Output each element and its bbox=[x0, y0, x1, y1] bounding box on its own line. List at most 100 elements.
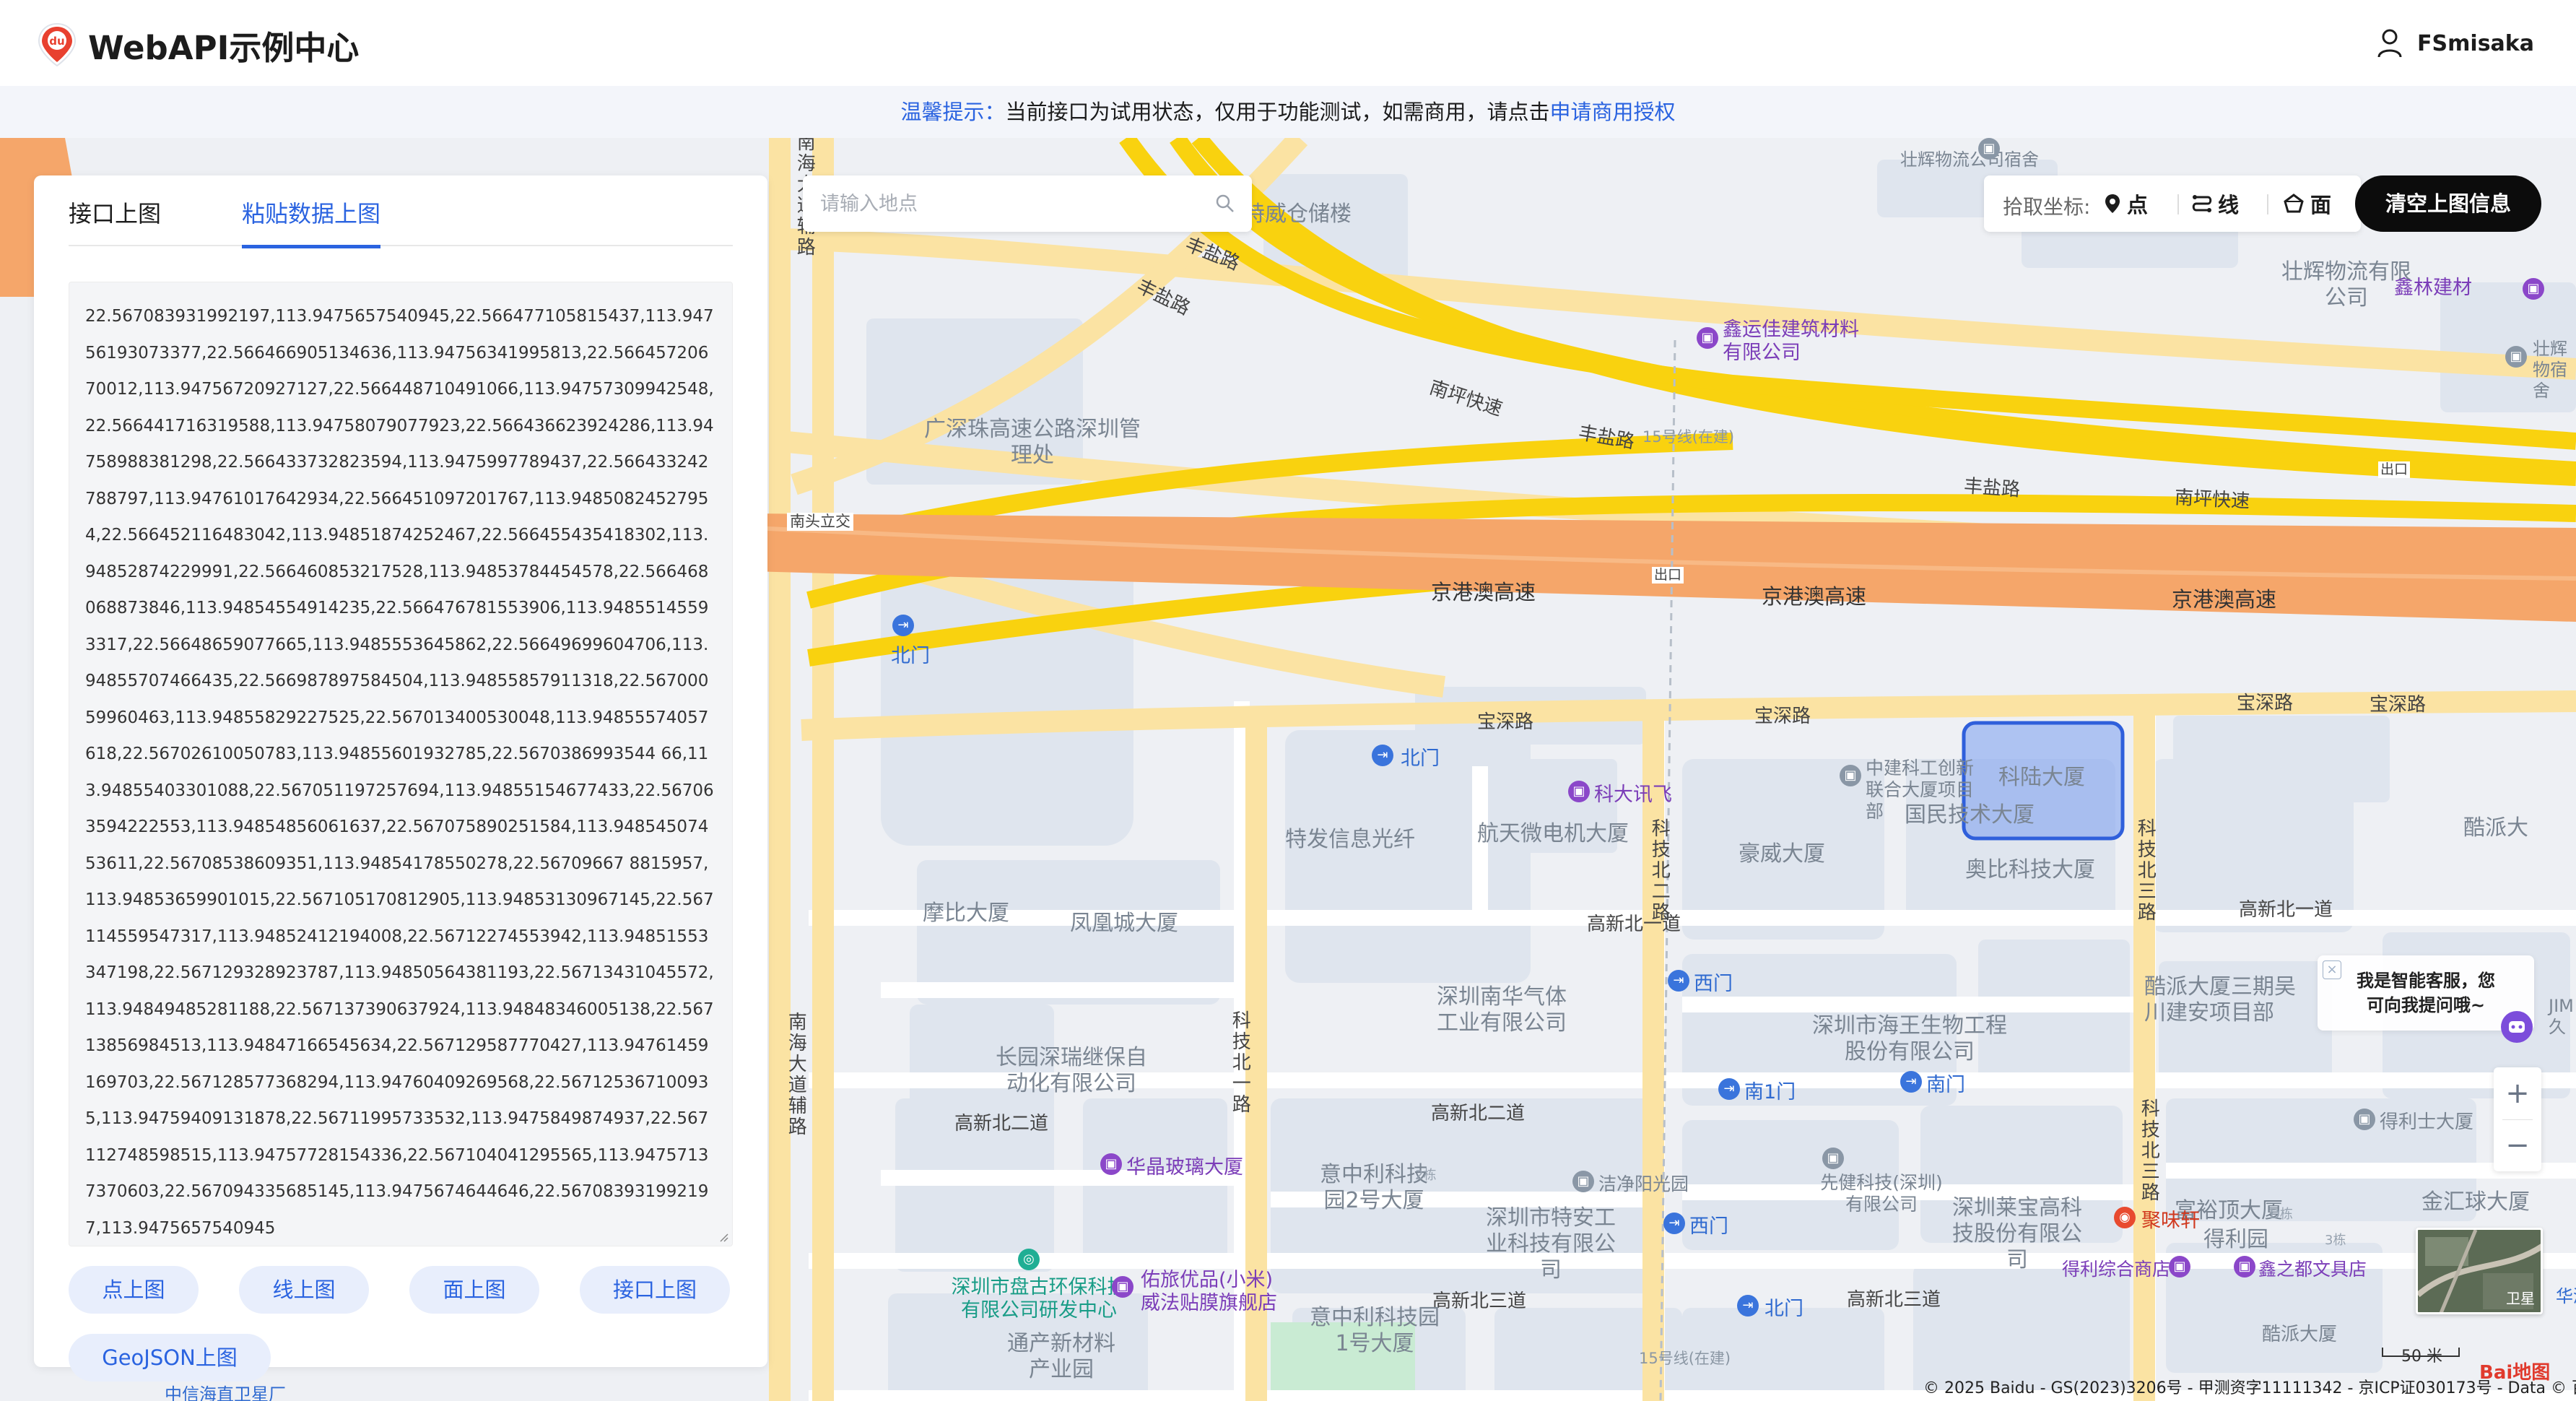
poi-label[interactable]: 聚味轩 bbox=[2141, 1210, 2200, 1233]
map-label: 壮辉物流公司宿舍 bbox=[1900, 149, 2039, 170]
gate-label[interactable]: 北门 bbox=[1765, 1298, 1803, 1321]
zoom-out-button[interactable]: − bbox=[2494, 1119, 2541, 1171]
tab-paste-upload[interactable]: 粘贴数据上图 bbox=[242, 196, 381, 248]
gate-label[interactable]: 南门 bbox=[1926, 1074, 1965, 1097]
map-label: 壮辉物宿舍 bbox=[2533, 339, 2567, 401]
clear-map-button[interactable]: 清空上图信息 bbox=[2355, 175, 2541, 232]
poi-marker-icon[interactable]: ▣ bbox=[2505, 346, 2527, 368]
poi-marker-icon[interactable]: ▣ bbox=[1572, 1171, 1594, 1192]
poi-label[interactable]: 佑旅优品(小米)威法贴膜旗舰店 bbox=[1141, 1269, 1285, 1316]
logo-icon[interactable]: du bbox=[33, 21, 81, 69]
poi-label[interactable]: 深圳市盘古环保科技有限公司研发中心 bbox=[949, 1276, 1129, 1323]
gate-label[interactable]: 南1门 bbox=[1744, 1081, 1796, 1104]
poi-marker-icon[interactable]: ▣ bbox=[1978, 138, 2000, 160]
map-label: 2栋 bbox=[1415, 1168, 1437, 1183]
gate-icon[interactable]: ⇥ bbox=[892, 615, 914, 636]
poi-label[interactable]: 科大讯飞 bbox=[1594, 784, 1672, 807]
map-label: 京港澳高速 bbox=[1431, 580, 1536, 604]
poi-marker-icon[interactable]: ▣ bbox=[1697, 327, 1718, 349]
map-label: 南头立交 bbox=[787, 513, 853, 532]
pick-polygon-button[interactable]: 面 bbox=[2283, 187, 2331, 220]
gate-icon[interactable]: ⇥ bbox=[1663, 1213, 1685, 1234]
gate-label[interactable]: 北门 bbox=[891, 645, 930, 668]
gate-label[interactable]: 北门 bbox=[1401, 747, 1440, 771]
gate-icon[interactable]: ⇥ bbox=[1737, 1295, 1759, 1317]
poi-label[interactable]: 得利士大厦 bbox=[2380, 1111, 2473, 1134]
geojson-upload-button[interactable]: GeoJSON上图 bbox=[69, 1334, 271, 1382]
poi-marker-icon[interactable]: ▣ bbox=[2169, 1256, 2190, 1278]
apply-license-link[interactable]: 申请商用授权 bbox=[1550, 100, 1676, 124]
user-menu[interactable]: FSmisaka bbox=[2377, 26, 2534, 61]
tab-api-upload[interactable]: 接口上图 bbox=[69, 196, 161, 245]
close-icon[interactable]: × bbox=[2323, 960, 2341, 979]
map-label: 出口 bbox=[1652, 567, 1684, 584]
map-label: 豪威大厦 bbox=[1739, 841, 1825, 867]
map-label: 高新北二道 bbox=[1431, 1103, 1526, 1124]
map-label: 科技北三路 bbox=[2134, 818, 2157, 923]
map-label: 15号线(在建) bbox=[1642, 428, 1735, 446]
gate-icon[interactable]: ⇥ bbox=[1718, 1078, 1740, 1100]
poi-marker-icon[interactable]: ▣ bbox=[1568, 781, 1590, 802]
map-label: 通产新材料产业园 bbox=[1007, 1331, 1115, 1382]
poi-marker-icon[interactable]: ▣ bbox=[1822, 1148, 1844, 1169]
satellite-toggle[interactable]: 卫星 bbox=[2416, 1228, 2543, 1314]
notice-text: 当前接口为试用状态，仅用于功能测试，如需商用，请点击 bbox=[1005, 100, 1550, 124]
poi-label[interactable]: 鑫之都文具店 bbox=[2258, 1259, 2367, 1280]
poi-label[interactable]: 先健科技(深圳)有限公司 bbox=[1816, 1172, 1946, 1215]
point-upload-button[interactable]: 点上图 bbox=[69, 1266, 199, 1314]
app-title[interactable]: WebAPI示例中心 bbox=[88, 22, 359, 69]
pick-point-button[interactable]: 点 bbox=[2104, 187, 2148, 220]
coordinates-text: 22.567083931992197,113.9475657540945,22.… bbox=[85, 307, 714, 1238]
api-upload-button[interactable]: 接口上图 bbox=[580, 1266, 730, 1314]
coordinate-picker: 拾取坐标: 点 线 面 bbox=[1984, 175, 2361, 232]
notice-bar: 温馨提示：当前接口为试用状态，仅用于功能测试，如需商用，请点击申请商用授权 bbox=[0, 86, 2576, 138]
poi-label[interactable]: 华晶玻璃大厦 bbox=[1126, 1156, 1243, 1179]
gate-icon[interactable]: ⇥ bbox=[1372, 745, 1393, 766]
poi-marker-icon[interactable]: ▣ bbox=[2523, 278, 2544, 300]
poi-label[interactable]: 鑫林建材 bbox=[2394, 277, 2472, 300]
pick-line-button[interactable]: 线 bbox=[2192, 187, 2239, 220]
poi-marker-icon[interactable]: ▣ bbox=[1840, 765, 1861, 786]
poi-marker-icon[interactable]: ▣ bbox=[2234, 1256, 2255, 1278]
search-icon[interactable] bbox=[1214, 193, 1236, 214]
upload-panel: 接口上图 粘贴数据上图 22.567083931992197,113.94756… bbox=[34, 175, 767, 1382]
user-name: FSmisaka bbox=[2417, 30, 2534, 56]
map-label: 高新北三道 bbox=[1432, 1291, 1527, 1312]
pick-line-label: 线 bbox=[2218, 193, 2240, 217]
line-upload-button[interactable]: 线上图 bbox=[239, 1266, 369, 1314]
gate-label[interactable]: 西门 bbox=[1689, 1215, 1728, 1239]
robot-icon bbox=[2509, 1021, 2525, 1033]
map-label: 科技北三路 bbox=[2138, 1098, 2160, 1203]
gate-label[interactable]: 西门 bbox=[1694, 973, 1733, 996]
map-label: 酷派大厦 bbox=[2262, 1324, 2338, 1345]
map-label: 宝深路 bbox=[1754, 706, 1811, 727]
gate-icon[interactable]: ⇥ bbox=[1668, 970, 1689, 992]
map-label: 京港澳高速 bbox=[1762, 584, 1867, 609]
poi-label[interactable]: 中建科工创新联合大厦项目部 bbox=[1866, 758, 1974, 823]
map-label: 高新北二道 bbox=[954, 1113, 1049, 1135]
gate-icon[interactable]: ⇥ bbox=[1900, 1071, 1922, 1093]
map-label: 高新北三道 bbox=[1847, 1289, 1941, 1311]
assistant-avatar-icon[interactable] bbox=[2501, 1011, 2533, 1043]
map-label: 特威仓储楼 bbox=[1243, 201, 1352, 227]
search-input[interactable] bbox=[820, 175, 1210, 232]
resize-grip-icon[interactable] bbox=[718, 1231, 729, 1243]
poi-label[interactable]: 得利综合商店 bbox=[2062, 1259, 2170, 1280]
map-label: 深圳市海王生物工程股份有限公司 bbox=[1812, 1013, 2007, 1064]
pin-icon bbox=[2105, 194, 2120, 213]
poi-marker-icon[interactable]: ▣ bbox=[1100, 1153, 1122, 1175]
poi-marker-icon[interactable]: ▣ bbox=[1112, 1276, 1133, 1298]
map-label: 15号线(在建) bbox=[1639, 1350, 1731, 1367]
coordinates-textarea[interactable]: 22.567083931992197,113.9475657540945,22.… bbox=[69, 282, 733, 1246]
poi-marker-icon[interactable]: ▣ bbox=[2354, 1109, 2375, 1130]
polygon-upload-button[interactable]: 面上图 bbox=[409, 1266, 539, 1314]
poi-marker-icon[interactable]: ◎ bbox=[1018, 1249, 1040, 1270]
poi-marker-icon[interactable]: ◉ bbox=[2114, 1207, 2136, 1228]
poi-label[interactable]: 洁净阳光园 bbox=[1598, 1174, 1689, 1195]
pick-point-label: 点 bbox=[2127, 193, 2149, 217]
polygon-icon bbox=[2284, 194, 2304, 213]
zoom-in-button[interactable]: + bbox=[2494, 1067, 2541, 1119]
map-label: 中信海直卫星厂 bbox=[165, 1384, 286, 1401]
map-label: 长园深瑞继保自动化有限公司 bbox=[996, 1045, 1147, 1096]
poi-label[interactable]: 鑫运佳建筑材料有限公司 bbox=[1723, 318, 1867, 365]
